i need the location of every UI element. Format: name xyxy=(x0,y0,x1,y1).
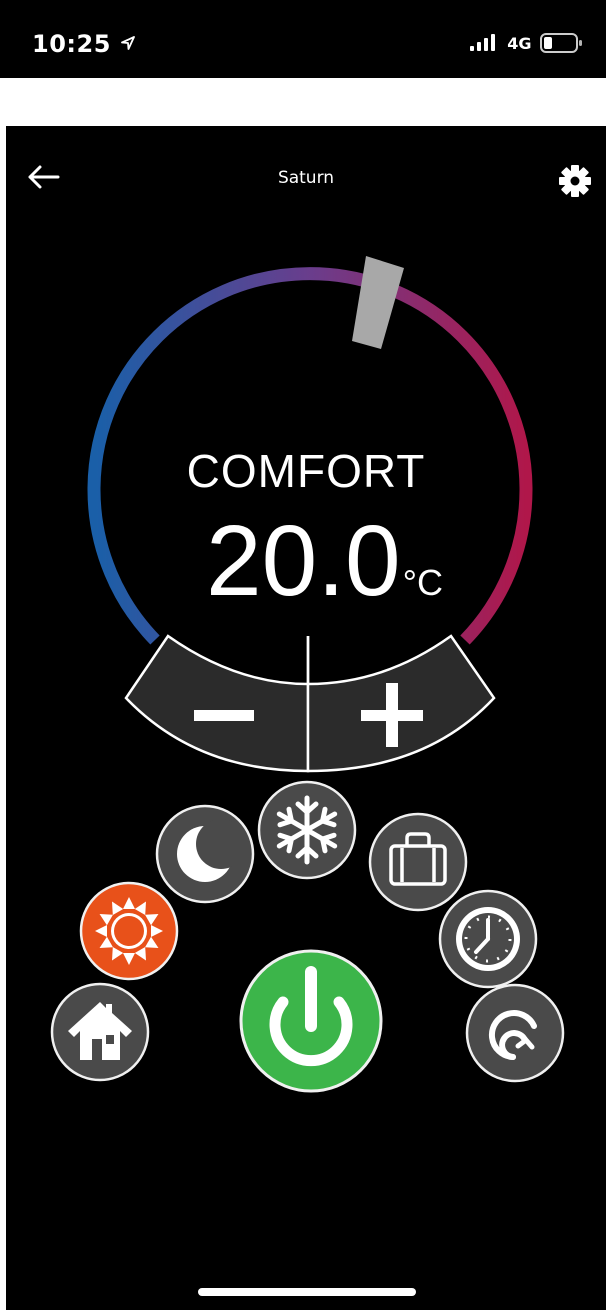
location-arrow-icon xyxy=(120,36,135,50)
clock-icon xyxy=(456,907,520,971)
temperature-adjust-band xyxy=(124,634,496,773)
minus-icon xyxy=(194,710,254,721)
temperature-display: 20.0°C xyxy=(206,511,443,611)
decrease-button[interactable] xyxy=(124,634,310,773)
home-indicator[interactable] xyxy=(198,1288,416,1296)
status-time: 10:25 xyxy=(32,30,136,58)
network-type: 4G xyxy=(507,33,532,53)
temperature-unit: °C xyxy=(402,562,444,603)
status-bar: 10:25 4G xyxy=(0,0,606,78)
signal-bars-icon xyxy=(469,34,495,51)
mode-holiday-button[interactable] xyxy=(368,812,468,912)
thermostat-dial xyxy=(50,256,565,1093)
increase-button[interactable] xyxy=(306,634,496,773)
temperature-value: 20.0 xyxy=(206,505,401,617)
mode-auto-button[interactable] xyxy=(465,983,565,1083)
mode-timer-button[interactable] xyxy=(438,889,538,989)
status-indicators: 4G xyxy=(469,32,584,54)
header-spacer xyxy=(0,78,606,126)
dial-handle[interactable] xyxy=(352,256,404,349)
battery-low-icon xyxy=(540,33,582,53)
mode-frost-button[interactable] xyxy=(257,780,357,880)
mode-eco-button[interactable] xyxy=(155,804,255,904)
mode-label: COMFORT xyxy=(186,445,426,497)
app-screen: Saturn COMFORT 20.0°C xyxy=(6,126,606,1310)
mode-home-button[interactable] xyxy=(50,982,150,1082)
power-button[interactable] xyxy=(239,949,383,1093)
status-time-text: 10:25 xyxy=(32,30,111,58)
mode-comfort-button[interactable] xyxy=(79,881,179,981)
